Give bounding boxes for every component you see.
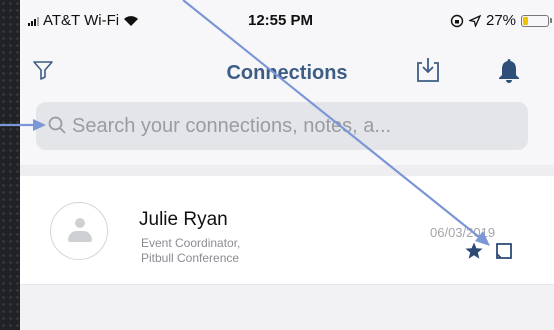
annotation-arrowhead-icon	[475, 231, 490, 246]
annotation-pointer-head-icon	[33, 119, 46, 131]
annotation-arrow-line	[182, 0, 485, 242]
annotation-overlay	[0, 0, 490, 246]
